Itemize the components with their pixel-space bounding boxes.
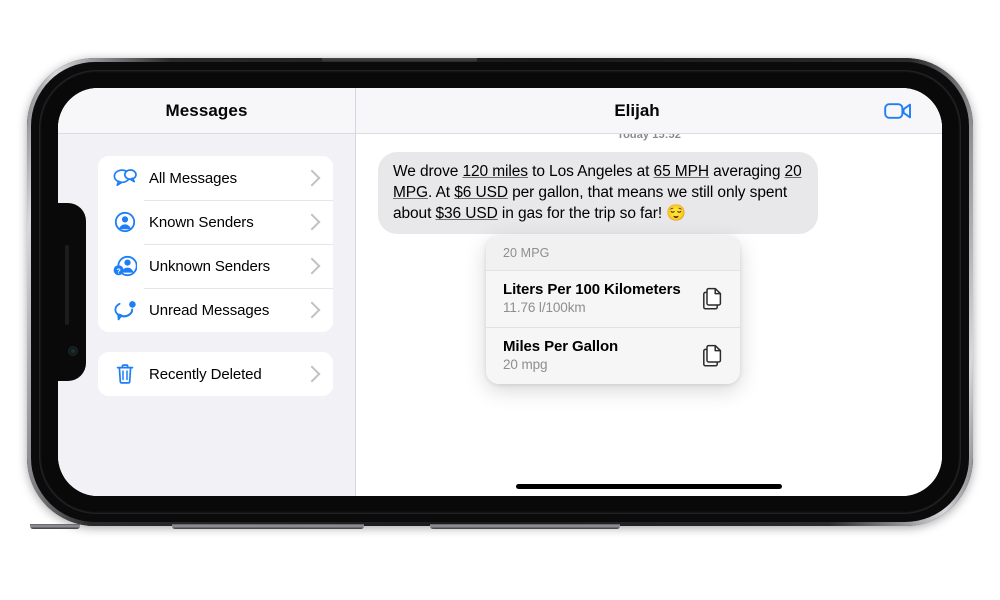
popup-row-text: Liters Per 100 Kilometers 11.76 l/100km <box>503 281 694 315</box>
popup-row-miles-per-gallon[interactable]: Miles Per Gallon 20 mpg <box>486 327 740 384</box>
popup-row-liters-per-100km[interactable]: Liters Per 100 Kilometers 11.76 l/100km <box>486 270 740 327</box>
trash-icon <box>112 362 138 386</box>
sidebar-item-label: Recently Deleted <box>149 365 262 383</box>
message-timestamp: Today 15:52 <box>617 134 681 141</box>
popup-row-text: Miles Per Gallon 20 mpg <box>503 338 694 372</box>
sidebar-group-filters: All Messages Known Senders ? Unknown Sen… <box>98 156 333 332</box>
message-bubble-incoming[interactable]: We drove 120 miles to Los Angeles at 65 … <box>378 152 818 234</box>
message-text-run: We drove <box>393 163 463 180</box>
home-indicator <box>516 484 782 489</box>
chevron-right-icon <box>303 365 321 383</box>
sidebar-item-all-messages[interactable]: All Messages <box>98 156 333 200</box>
sidebar-title: Messages <box>165 100 248 120</box>
device-notch <box>58 203 86 381</box>
popup-row-title: Liters Per 100 Kilometers <box>503 281 681 298</box>
message-text-run: in gas for the trip so far! <box>497 205 667 222</box>
message-text-run: to Los Angeles at <box>527 163 654 180</box>
front-camera-icon <box>68 346 78 356</box>
phone-device-frame: Messages All Messages Known Senders ? Un… <box>27 58 973 526</box>
conversation-header: Elijah <box>356 88 942 134</box>
sidebar-header: Messages <box>58 88 355 134</box>
two-bubbles-icon <box>112 166 138 190</box>
popup-row-value: 11.76 l/100km <box>503 300 586 315</box>
sidebar-item-label: Known Senders <box>149 213 254 231</box>
copy-icon[interactable] <box>702 343 724 367</box>
person-circle-icon <box>112 210 138 234</box>
message-text: We drove 120 miles to Los Angeles at 65 … <box>393 163 802 222</box>
popup-row-title: Miles Per Gallon <box>503 338 619 355</box>
volume-up-button[interactable] <box>172 524 364 529</box>
detected-data-link[interactable]: 120 miles <box>462 163 528 180</box>
sidebar-body: All Messages Known Senders ? Unknown Sen… <box>58 134 355 416</box>
phone-screen: Messages All Messages Known Senders ? Un… <box>58 88 942 496</box>
sidebar-item-known-senders[interactable]: Known Senders <box>98 200 333 244</box>
chevron-right-icon <box>303 213 321 231</box>
volume-down-button[interactable] <box>430 524 620 529</box>
video-camera-icon[interactable] <box>882 98 914 124</box>
messages-sidebar: Messages All Messages Known Senders ? Un… <box>58 88 356 496</box>
sidebar-item-label: All Messages <box>149 169 238 187</box>
popup-row-value: 20 mpg <box>503 357 548 372</box>
chevron-right-icon <box>303 257 321 275</box>
sidebar-item-label: Unread Messages <box>149 301 270 319</box>
popup-header-value: 20 MPG <box>486 236 740 270</box>
message-text-run: . At <box>428 184 455 201</box>
conversation-title: Elijah <box>614 100 660 120</box>
copy-icon[interactable] <box>702 286 724 310</box>
sidebar-item-unread-messages[interactable]: Unread Messages <box>98 288 333 332</box>
detected-data-link[interactable]: $36 USD <box>436 205 498 222</box>
sidebar-item-recently-deleted[interactable]: Recently Deleted <box>98 352 333 396</box>
sidebar-item-label: Unknown Senders <box>149 257 271 275</box>
bubble-badge-icon <box>112 298 138 322</box>
message-emoji: 😌 <box>666 205 687 222</box>
earpiece-speaker <box>65 245 69 325</box>
detected-data-link[interactable]: $6 USD <box>454 184 508 201</box>
chevron-right-icon <box>303 301 321 319</box>
power-button[interactable] <box>30 524 80 529</box>
message-text-run: averaging <box>708 163 785 180</box>
sidebar-item-unknown-senders[interactable]: ? Unknown Senders <box>98 244 333 288</box>
device-top-antenna-band <box>322 58 477 62</box>
person-question-icon: ? <box>112 254 138 278</box>
detected-data-link[interactable]: 65 MPH <box>654 163 710 180</box>
chevron-right-icon <box>303 169 321 187</box>
unit-conversion-popup[interactable]: 20 MPG Liters Per 100 Kilometers 11.76 l… <box>486 236 740 384</box>
sidebar-group-deleted: Recently Deleted <box>98 352 333 396</box>
svg-text:?: ? <box>116 268 120 275</box>
